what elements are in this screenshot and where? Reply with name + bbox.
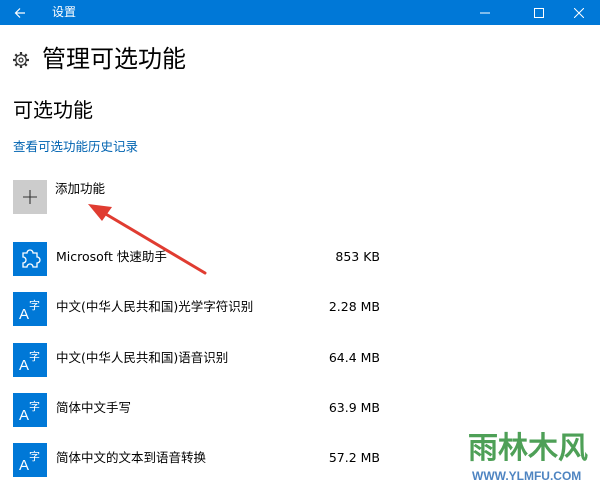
puzzle-icon bbox=[22, 249, 41, 268]
maximize-button[interactable] bbox=[516, 0, 562, 25]
feature-size: 63.9 MB bbox=[328, 400, 380, 415]
feature-icon-tile bbox=[13, 242, 47, 276]
svg-text:字: 字 bbox=[29, 298, 40, 312]
back-arrow-icon bbox=[14, 7, 25, 18]
feature-name: 简体中文手写 bbox=[56, 400, 132, 415]
svg-text:A: A bbox=[19, 357, 29, 374]
svg-text:A: A bbox=[19, 306, 29, 323]
feature-icon-tile: A 字 bbox=[13, 343, 47, 377]
svg-text:雨林木风: 雨林木风 bbox=[468, 431, 588, 466]
svg-text:字: 字 bbox=[29, 449, 40, 463]
add-feature-label: 添加功能 bbox=[55, 181, 106, 196]
feature-size: 64.4 MB bbox=[328, 350, 380, 365]
feature-size: 853 KB bbox=[335, 249, 380, 264]
page-title: 管理可选功能 bbox=[42, 45, 186, 73]
back-button[interactable] bbox=[0, 0, 40, 25]
feature-icon-tile: A 字 bbox=[13, 292, 47, 326]
close-icon bbox=[574, 7, 584, 18]
feature-item[interactable]: Microsoft 快速助手 853 KB bbox=[13, 242, 393, 278]
minimize-button[interactable] bbox=[462, 0, 508, 25]
svg-text:字: 字 bbox=[29, 349, 40, 363]
feature-size: 57.2 MB bbox=[328, 450, 380, 465]
feature-name: 中文(中华人民共和国)光学字符识别 bbox=[56, 299, 254, 314]
feature-history-link[interactable]: 查看可选功能历史记录 bbox=[13, 138, 138, 156]
svg-text:A: A bbox=[19, 457, 29, 474]
feature-item[interactable]: A 字 中文(中华人民共和国)光学字符识别 2.28 MB bbox=[13, 292, 393, 328]
minimize-icon bbox=[480, 12, 490, 13]
section-title: 可选功能 bbox=[13, 98, 93, 122]
language-icon: A 字 bbox=[19, 298, 40, 323]
plus-icon bbox=[23, 190, 37, 204]
feature-item[interactable]: A 字 中文(中华人民共和国)语音识别 64.4 MB bbox=[13, 343, 393, 379]
feature-icon-tile: A 字 bbox=[13, 443, 47, 477]
feature-icon-tile: A 字 bbox=[13, 393, 47, 427]
svg-text:字: 字 bbox=[29, 399, 40, 413]
gear-icon bbox=[13, 52, 29, 68]
language-icon: A 字 bbox=[19, 349, 40, 374]
feature-item[interactable]: A 字 简体中文手写 63.9 MB bbox=[13, 393, 393, 429]
watermark-logo: 雨林木风 WWW.YLMFU.COM bbox=[468, 431, 588, 483]
feature-item[interactable]: A 字 简体中文的文本到语音转换 57.2 MB bbox=[13, 443, 393, 479]
add-feature-tile bbox=[13, 180, 47, 214]
feature-size: 2.28 MB bbox=[328, 299, 380, 314]
feature-name: 简体中文的文本到语音转换 bbox=[56, 450, 207, 465]
maximize-icon bbox=[534, 7, 544, 18]
svg-text:A: A bbox=[19, 407, 29, 424]
feature-name: 中文(中华人民共和国)语音识别 bbox=[56, 350, 229, 365]
title-bar: 设置 bbox=[0, 0, 600, 25]
window-title: 设置 bbox=[52, 5, 77, 19]
feature-name: Microsoft 快速助手 bbox=[56, 249, 167, 264]
language-icon: A 字 bbox=[19, 399, 40, 424]
language-icon: A 字 bbox=[19, 449, 40, 474]
close-button[interactable] bbox=[558, 0, 600, 25]
svg-text:WWW.YLMFU.COM: WWW.YLMFU.COM bbox=[472, 469, 581, 483]
